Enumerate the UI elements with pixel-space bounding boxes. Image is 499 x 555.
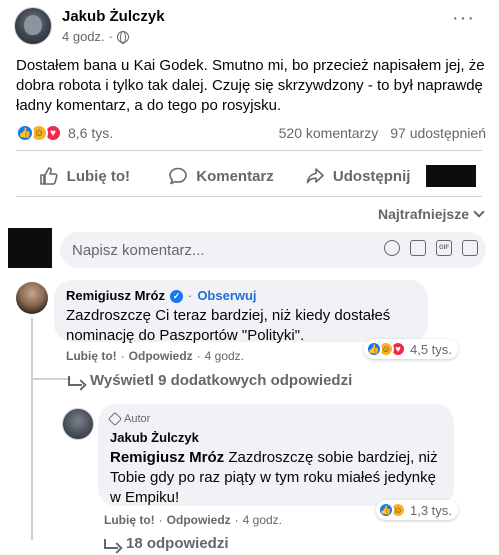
share-button[interactable]: Udostępnij [289,166,426,186]
thread-line [31,318,33,378]
comment-actions: Lubię to! · Odpowiedz · 4 godz. [66,349,245,363]
comment-author-row: Remigiusz Mróz ✓ · Obserwuj [66,288,416,304]
reaction-count[interactable]: 8,6 tys. [68,125,113,141]
author-badge-icon [107,411,123,427]
like-icon [39,167,58,185]
separator: · [187,288,193,303]
post-stats: 520 komentarzy 97 udostępnień [279,125,486,141]
reply-text: Remigiusz Mróz Zazdroszczę sobie bardzie… [110,448,442,508]
comment-input-placeholder: Napisz komentarz... [72,241,205,259]
comments-count[interactable]: 520 komentarzy [279,125,379,141]
shares-count[interactable]: 97 udostępnień [390,125,486,141]
sort-label: Najtrafniejsze [377,206,469,222]
comment-composer: Napisz komentarz... GIF [8,228,488,268]
divider-top [16,150,482,151]
share-icon [306,168,324,184]
view-replies-link[interactable]: 18 odpowiedzi [104,535,229,552]
comment-author[interactable]: Remigiusz Mróz [66,288,165,304]
like-button[interactable]: Lubię to! [16,166,153,186]
comment-reactions[interactable]: 👍 ☺ ♥ 4,5 tys. [364,339,458,359]
reply-bubble: Autor Jakub Żulczyk Remigiusz Mróz Zazdr… [98,404,454,506]
reactions-summary: 👍 ☺ ♥ 8,6 tys. 520 komentarzy 97 udostęp… [16,124,486,142]
comment-like-link[interactable]: Lubię to! [66,349,117,363]
more-options-button[interactable]: ··· [452,8,475,28]
author-badge: Autor [107,411,442,427]
view-more-replies-link[interactable]: Wyświetl 9 dodatkowych odpowiedzi [68,372,352,389]
like-reaction-icon: 👍 [378,502,394,518]
author-name[interactable]: Jakub Żulczyk [62,8,165,26]
like-reaction-icon: 👍 [366,341,382,357]
like-reaction-icon: 👍 [16,124,34,142]
reply-arrow-icon [68,375,82,386]
post-text: Dostałem bana u Kai Godek. Smutno mi, bo… [16,57,485,114]
reply-author[interactable]: Jakub Żulczyk [110,430,199,446]
comment-text: Zazdroszczę Ci teraz bardziej, niż kiedy… [66,307,391,344]
view-more-replies-label: Wyświetl 9 dodatkowych odpowiedzi [90,372,353,389]
reply-author-avatar[interactable] [62,408,94,440]
author-avatar[interactable] [14,7,52,45]
reply-reaction-count: 1,3 tys. [410,502,452,518]
comment-label: Komentarz [196,167,274,185]
comment-button[interactable]: Komentarz [153,166,290,186]
reply-author-row: Jakub Żulczyk [110,430,442,446]
post-time[interactable]: 4 godz. [62,29,105,45]
action-bar: Lubię to! Komentarz Udostępnij [16,158,482,194]
comment-time[interactable]: 4 godz. [205,349,244,363]
comment-reply-link[interactable]: Odpowiedz [129,349,193,363]
globe-icon [117,30,129,44]
comment-bubble: Remigiusz Mróz ✓ · Obserwuj Zazdroszczę … [54,280,428,344]
post-header: Jakub Żulczyk 4 godz. · [14,6,165,46]
meta-separator: · [108,28,113,44]
sort-dropdown[interactable]: Najtrafniejsze [377,206,485,222]
reply-reply-link[interactable]: Odpowiedz [167,513,231,527]
reply-time[interactable]: 4 godz. [243,513,282,527]
view-replies-label: 18 odpowiedzi [126,535,229,552]
commenter-avatar[interactable] [16,282,48,314]
gif-icon[interactable]: GIF [436,240,452,256]
verified-icon: ✓ [169,289,183,303]
emoji-icon[interactable] [384,240,400,256]
sticker-icon[interactable] [462,240,478,256]
author-badge-label: Autor [124,413,151,425]
redacted-user-avatar [8,228,52,268]
chevron-down-icon [473,206,485,218]
post-meta: 4 godz. · [62,29,165,45]
like-label: Lubię to! [66,167,130,185]
comment-reaction-count: 4,5 tys. [410,341,452,357]
reply-like-link[interactable]: Lubię to! [104,513,155,527]
reply-actions: Lubię to! · Odpowiedz · 4 godz. [104,513,283,527]
divider-bottom [16,196,482,197]
thread-line-branch [31,378,71,380]
reply-reactions[interactable]: 👍 ☺ 1,3 tys. [376,500,458,520]
composer-tools: GIF [384,240,478,256]
camera-icon[interactable] [410,240,426,256]
tagged-user-link[interactable]: Remigiusz Mróz [110,449,224,466]
reaction-icons[interactable]: 👍 ☺ ♥ [16,124,62,142]
reply-arrow-icon [104,538,118,549]
share-label: Udostępnij [332,167,411,185]
author-block: Jakub Żulczyk 4 godz. · [62,8,165,45]
follow-link[interactable]: Obserwuj [197,288,256,304]
comment-icon [169,167,188,185]
thread-line-lower [31,380,33,540]
redacted-avatar-selector[interactable] [426,165,477,187]
